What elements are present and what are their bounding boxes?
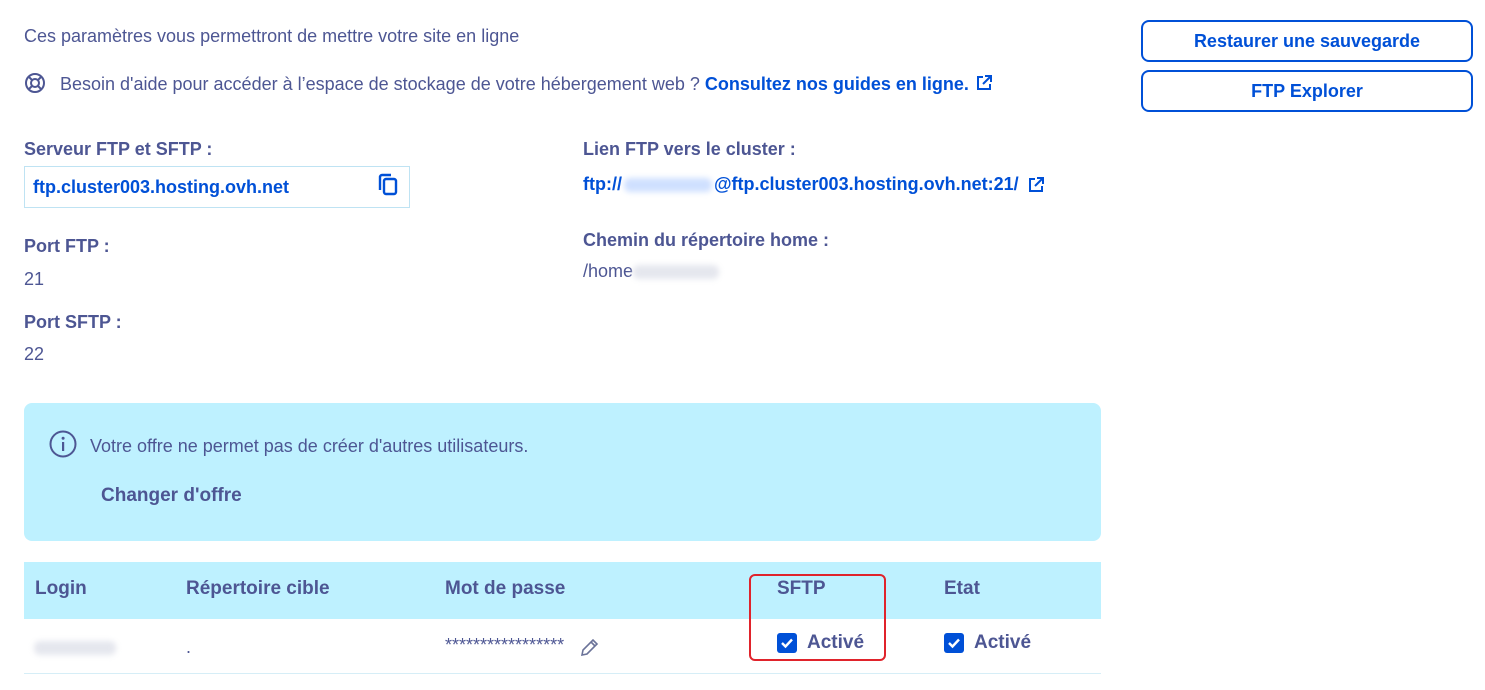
redacted-path bbox=[633, 264, 720, 279]
info-icon bbox=[48, 429, 78, 464]
ftp-server-field[interactable]: ftp.cluster003.hosting.ovh.net bbox=[24, 166, 410, 208]
change-offer-button[interactable]: Changer d'offre bbox=[101, 485, 242, 507]
state-checkbox[interactable]: Activé bbox=[944, 632, 1031, 654]
restore-backup-button[interactable]: Restaurer une sauvegarde bbox=[1141, 20, 1473, 62]
port-ftp-value: 21 bbox=[24, 269, 45, 289]
external-link-icon bbox=[1027, 176, 1045, 194]
lifebuoy-icon bbox=[24, 72, 46, 99]
copy-icon[interactable] bbox=[377, 173, 399, 202]
state-status: Activé bbox=[974, 632, 1032, 653]
redacted-login bbox=[34, 641, 116, 655]
intro-text: Ces paramètres vous permettront de mettr… bbox=[24, 26, 520, 46]
redacted-login bbox=[623, 177, 712, 192]
info-notice: Votre offre ne permet pas de créer d'aut… bbox=[24, 403, 1101, 541]
cluster-ftp-link[interactable]: ftp://@ftp.cluster003.hosting.ovh.net:21… bbox=[583, 174, 1045, 195]
state-cell: Activé bbox=[944, 632, 1031, 655]
login-cell bbox=[34, 639, 116, 660]
checkmark-icon bbox=[944, 633, 964, 653]
port-ftp-label: Port FTP : bbox=[24, 236, 110, 256]
table-row: . ***************** Activé Activé bbox=[24, 619, 1101, 674]
column-directory: Répertoire cible bbox=[186, 578, 330, 599]
column-state: Etat bbox=[944, 578, 980, 599]
guides-link[interactable]: Consultez nos guides en ligne. bbox=[705, 74, 993, 94]
help-text: Besoin d'aide pour accéder à l’espace de… bbox=[60, 74, 700, 94]
ftp-server-value: ftp.cluster003.hosting.ovh.net bbox=[33, 176, 290, 197]
directory-cell: . bbox=[186, 637, 192, 657]
ftp-explorer-button[interactable]: FTP Explorer bbox=[1141, 70, 1473, 112]
help-line: Besoin d'aide pour accéder à l’espace de… bbox=[24, 72, 993, 99]
ftp-users-table: Login Répertoire cible Mot de passe SFTP… bbox=[24, 562, 1101, 674]
cluster-link-label: Lien FTP vers le cluster : bbox=[583, 139, 796, 159]
password-cell: ***************** bbox=[445, 631, 600, 659]
server-label: Serveur FTP et SFTP : bbox=[24, 139, 213, 159]
column-password: Mot de passe bbox=[445, 578, 566, 599]
table-header: Login Répertoire cible Mot de passe SFTP… bbox=[24, 562, 1101, 619]
pencil-icon[interactable] bbox=[578, 637, 600, 659]
port-sftp-label: Port SFTP : bbox=[24, 312, 122, 332]
notice-text: Votre offre ne permet pas de créer d'aut… bbox=[90, 436, 529, 456]
password-value: ***************** bbox=[445, 634, 565, 655]
home-dir-label: Chemin du répertoire home : bbox=[583, 230, 830, 250]
home-dir-value: /home bbox=[583, 261, 720, 282]
port-sftp-value: 22 bbox=[24, 344, 45, 364]
column-login: Login bbox=[35, 578, 87, 599]
sftp-highlight-box bbox=[749, 574, 886, 661]
external-link-icon bbox=[975, 74, 993, 97]
